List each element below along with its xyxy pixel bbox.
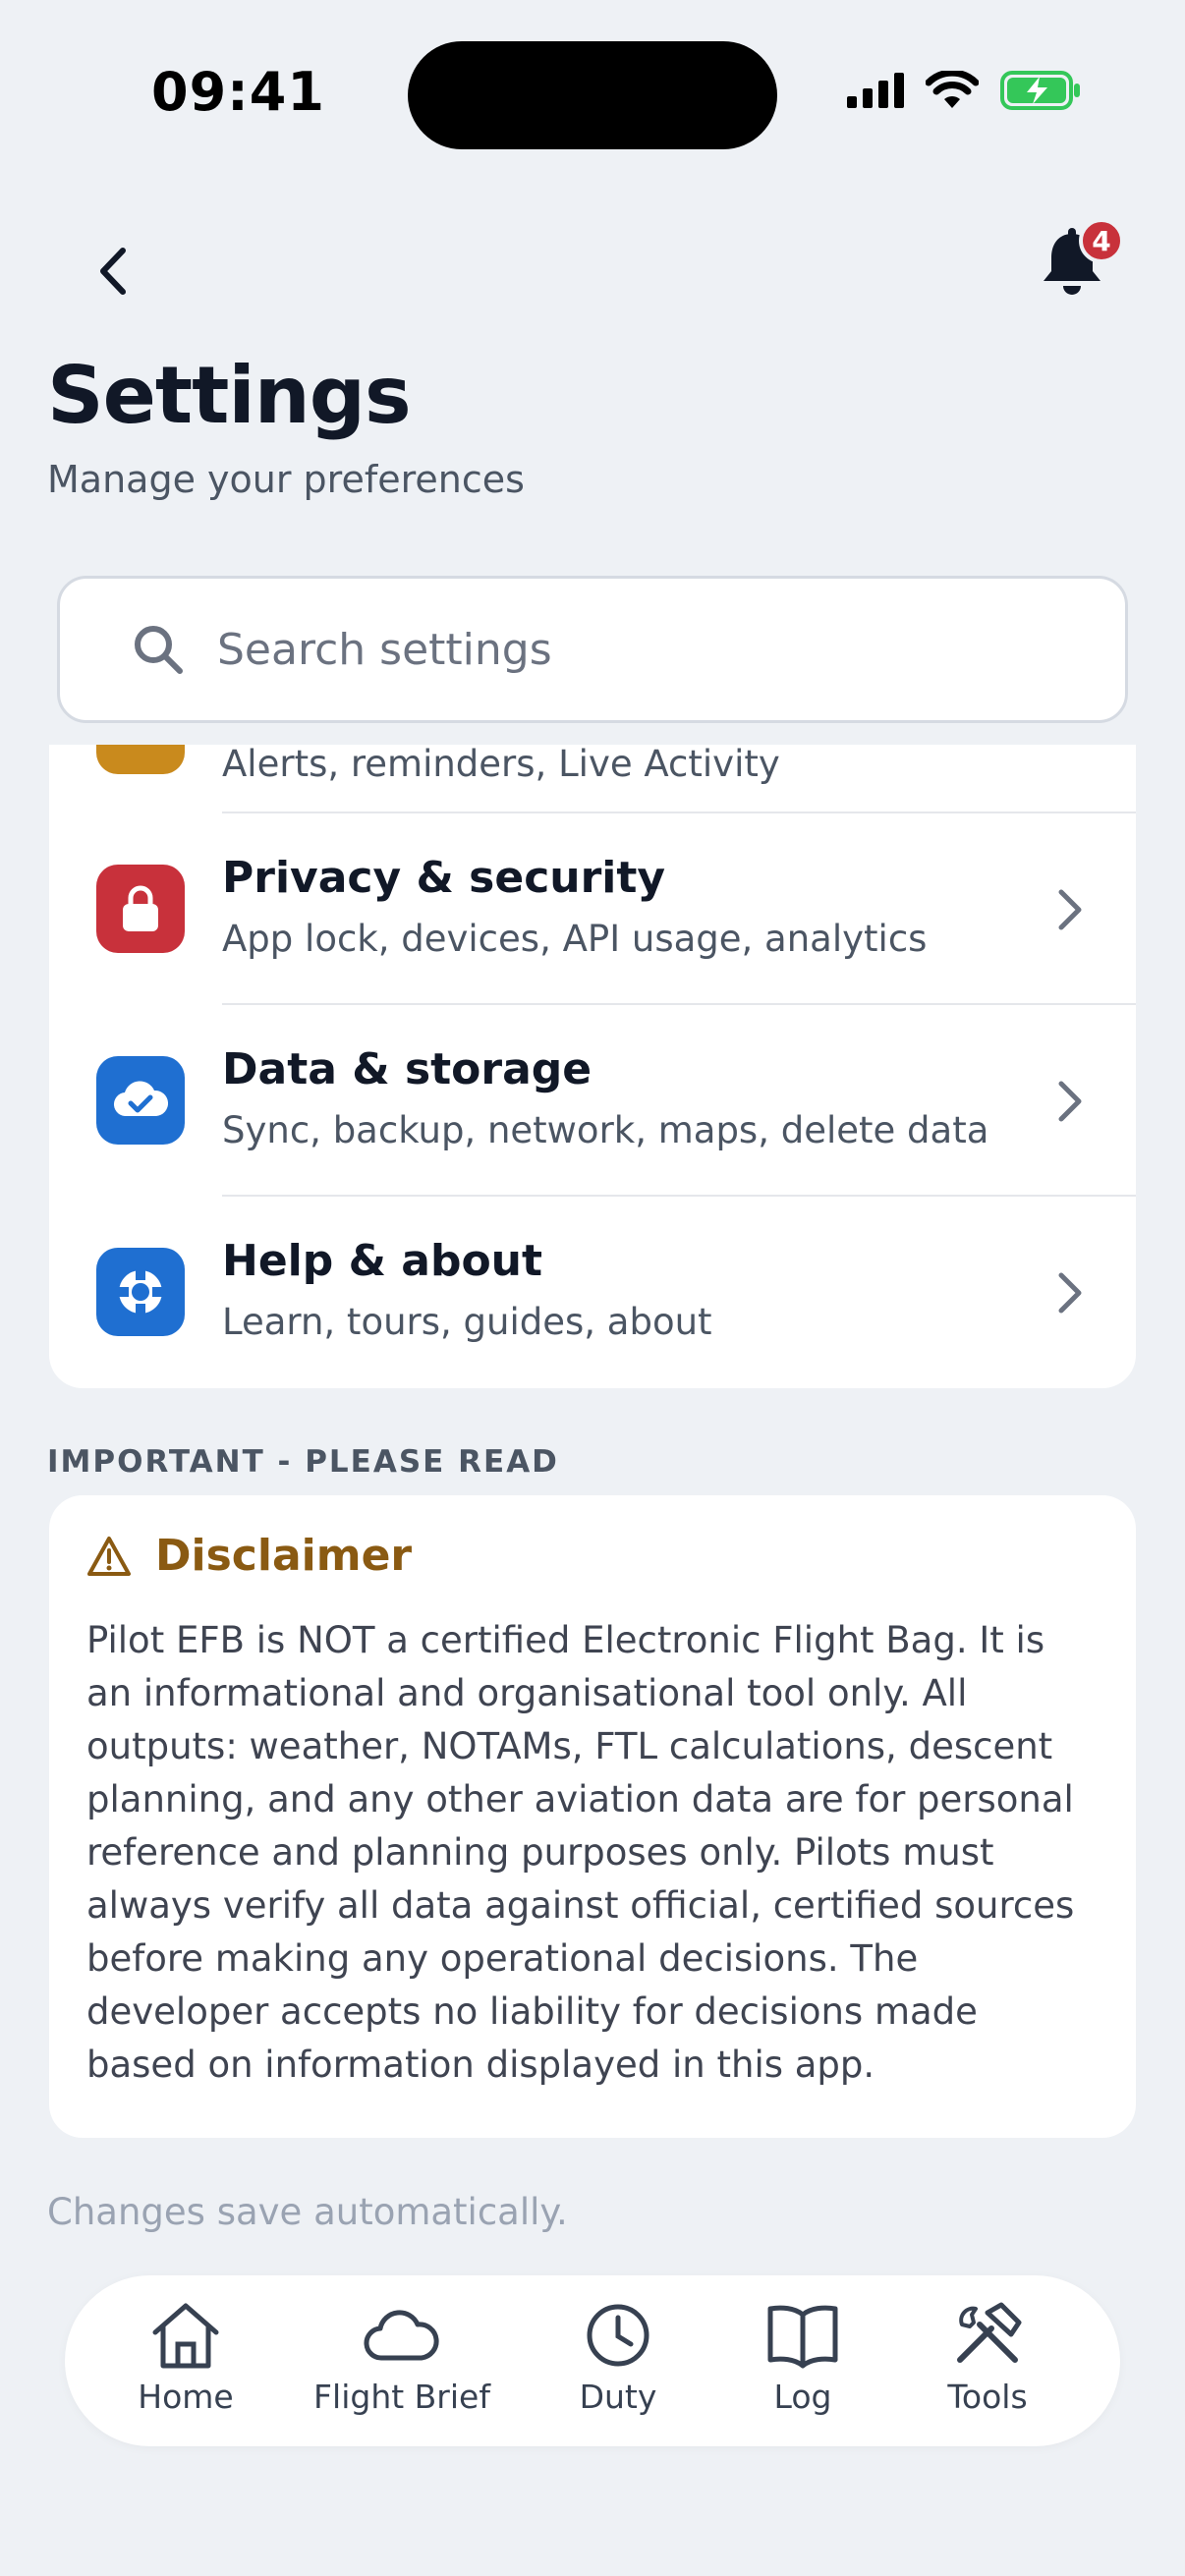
back-button[interactable]: [86, 236, 138, 307]
tab-label: Home: [138, 2378, 234, 2416]
book-icon: [767, 2305, 838, 2369]
warning-icon: [87, 1536, 131, 1576]
cloud-icon: [364, 2310, 439, 2361]
disclaimer-text: Pilot EFB is NOT a certified Electronic …: [86, 1619, 1075, 2086]
page-subtitle: Manage your preferences: [47, 458, 525, 501]
search-input[interactable]: [217, 624, 1062, 675]
clock-icon: [587, 2304, 649, 2367]
chevron-left-icon: [100, 248, 126, 295]
row-subtitle: Alerts, reminders, Live Activity: [222, 745, 780, 785]
chevron-right-icon: [1058, 889, 1082, 930]
row-title: Help & about: [222, 1236, 543, 1286]
page-title: Settings: [47, 350, 412, 441]
lifebuoy-icon: [96, 1248, 185, 1336]
tab-label: Flight Brief: [313, 2378, 490, 2416]
search-icon: [135, 626, 183, 674]
search-bar[interactable]: [57, 576, 1128, 723]
row-subtitle: Sync, backup, network, maps, delete data: [222, 1109, 989, 1151]
row-title: Privacy & security: [222, 853, 666, 903]
status-time: 09:41: [151, 61, 325, 123]
settings-row-notifications[interactable]: Alerts, reminders, Live Activity: [49, 745, 1136, 813]
tab-tools[interactable]: Tools: [894, 2301, 1081, 2416]
settings-row-data-storage[interactable]: Data & storage Sync, backup, network, ma…: [49, 1005, 1136, 1197]
tab-flight-brief[interactable]: Flight Brief: [309, 2301, 495, 2416]
dynamic-island: [408, 41, 777, 149]
tab-duty[interactable]: Duty: [525, 2301, 711, 2416]
battery-charging-icon: [1000, 71, 1080, 110]
notifications-icon: [96, 745, 185, 774]
section-label-important: IMPORTANT - PLEASE READ: [47, 1444, 559, 1480]
autosave-note: Changes save automatically.: [47, 2191, 568, 2233]
cloud-check-icon: [96, 1056, 185, 1145]
tools-icon: [957, 2302, 1022, 2363]
settings-list: Alerts, reminders, Live Activity Privacy…: [49, 745, 1136, 1389]
signal-icon: [847, 73, 904, 108]
tab-label: Tools: [947, 2378, 1028, 2416]
chevron-right-icon: [1058, 1272, 1082, 1314]
settings-row-privacy-security[interactable]: Privacy & security App lock, devices, AP…: [49, 813, 1136, 1005]
lock-icon: [96, 865, 185, 953]
tab-label: Log: [773, 2378, 832, 2416]
notification-badge: 4: [1079, 218, 1124, 263]
wifi-icon: [926, 71, 979, 108]
chevron-right-icon: [1058, 1081, 1082, 1122]
settings-row-help-about[interactable]: Help & about Learn, tours, guides, about: [49, 1197, 1136, 1388]
tab-label: Duty: [579, 2378, 657, 2416]
tab-bar: Home Flight Brief Duty Log Tools: [65, 2275, 1120, 2446]
tab-log[interactable]: Log: [709, 2301, 896, 2416]
home-icon: [152, 2303, 219, 2369]
disclaimer-card: Disclaimer Pilot EFB is NOT a certified …: [49, 1495, 1136, 2138]
status-icons: [847, 71, 1081, 110]
disclaimer-header: Disclaimer: [86, 1531, 1099, 1581]
disclaimer-title: Disclaimer: [155, 1531, 413, 1581]
row-title: Data & storage: [222, 1044, 592, 1094]
row-subtitle: App lock, devices, API usage, analytics: [222, 918, 928, 960]
tab-home[interactable]: Home: [92, 2301, 279, 2416]
row-subtitle: Learn, tours, guides, about: [222, 1301, 712, 1343]
